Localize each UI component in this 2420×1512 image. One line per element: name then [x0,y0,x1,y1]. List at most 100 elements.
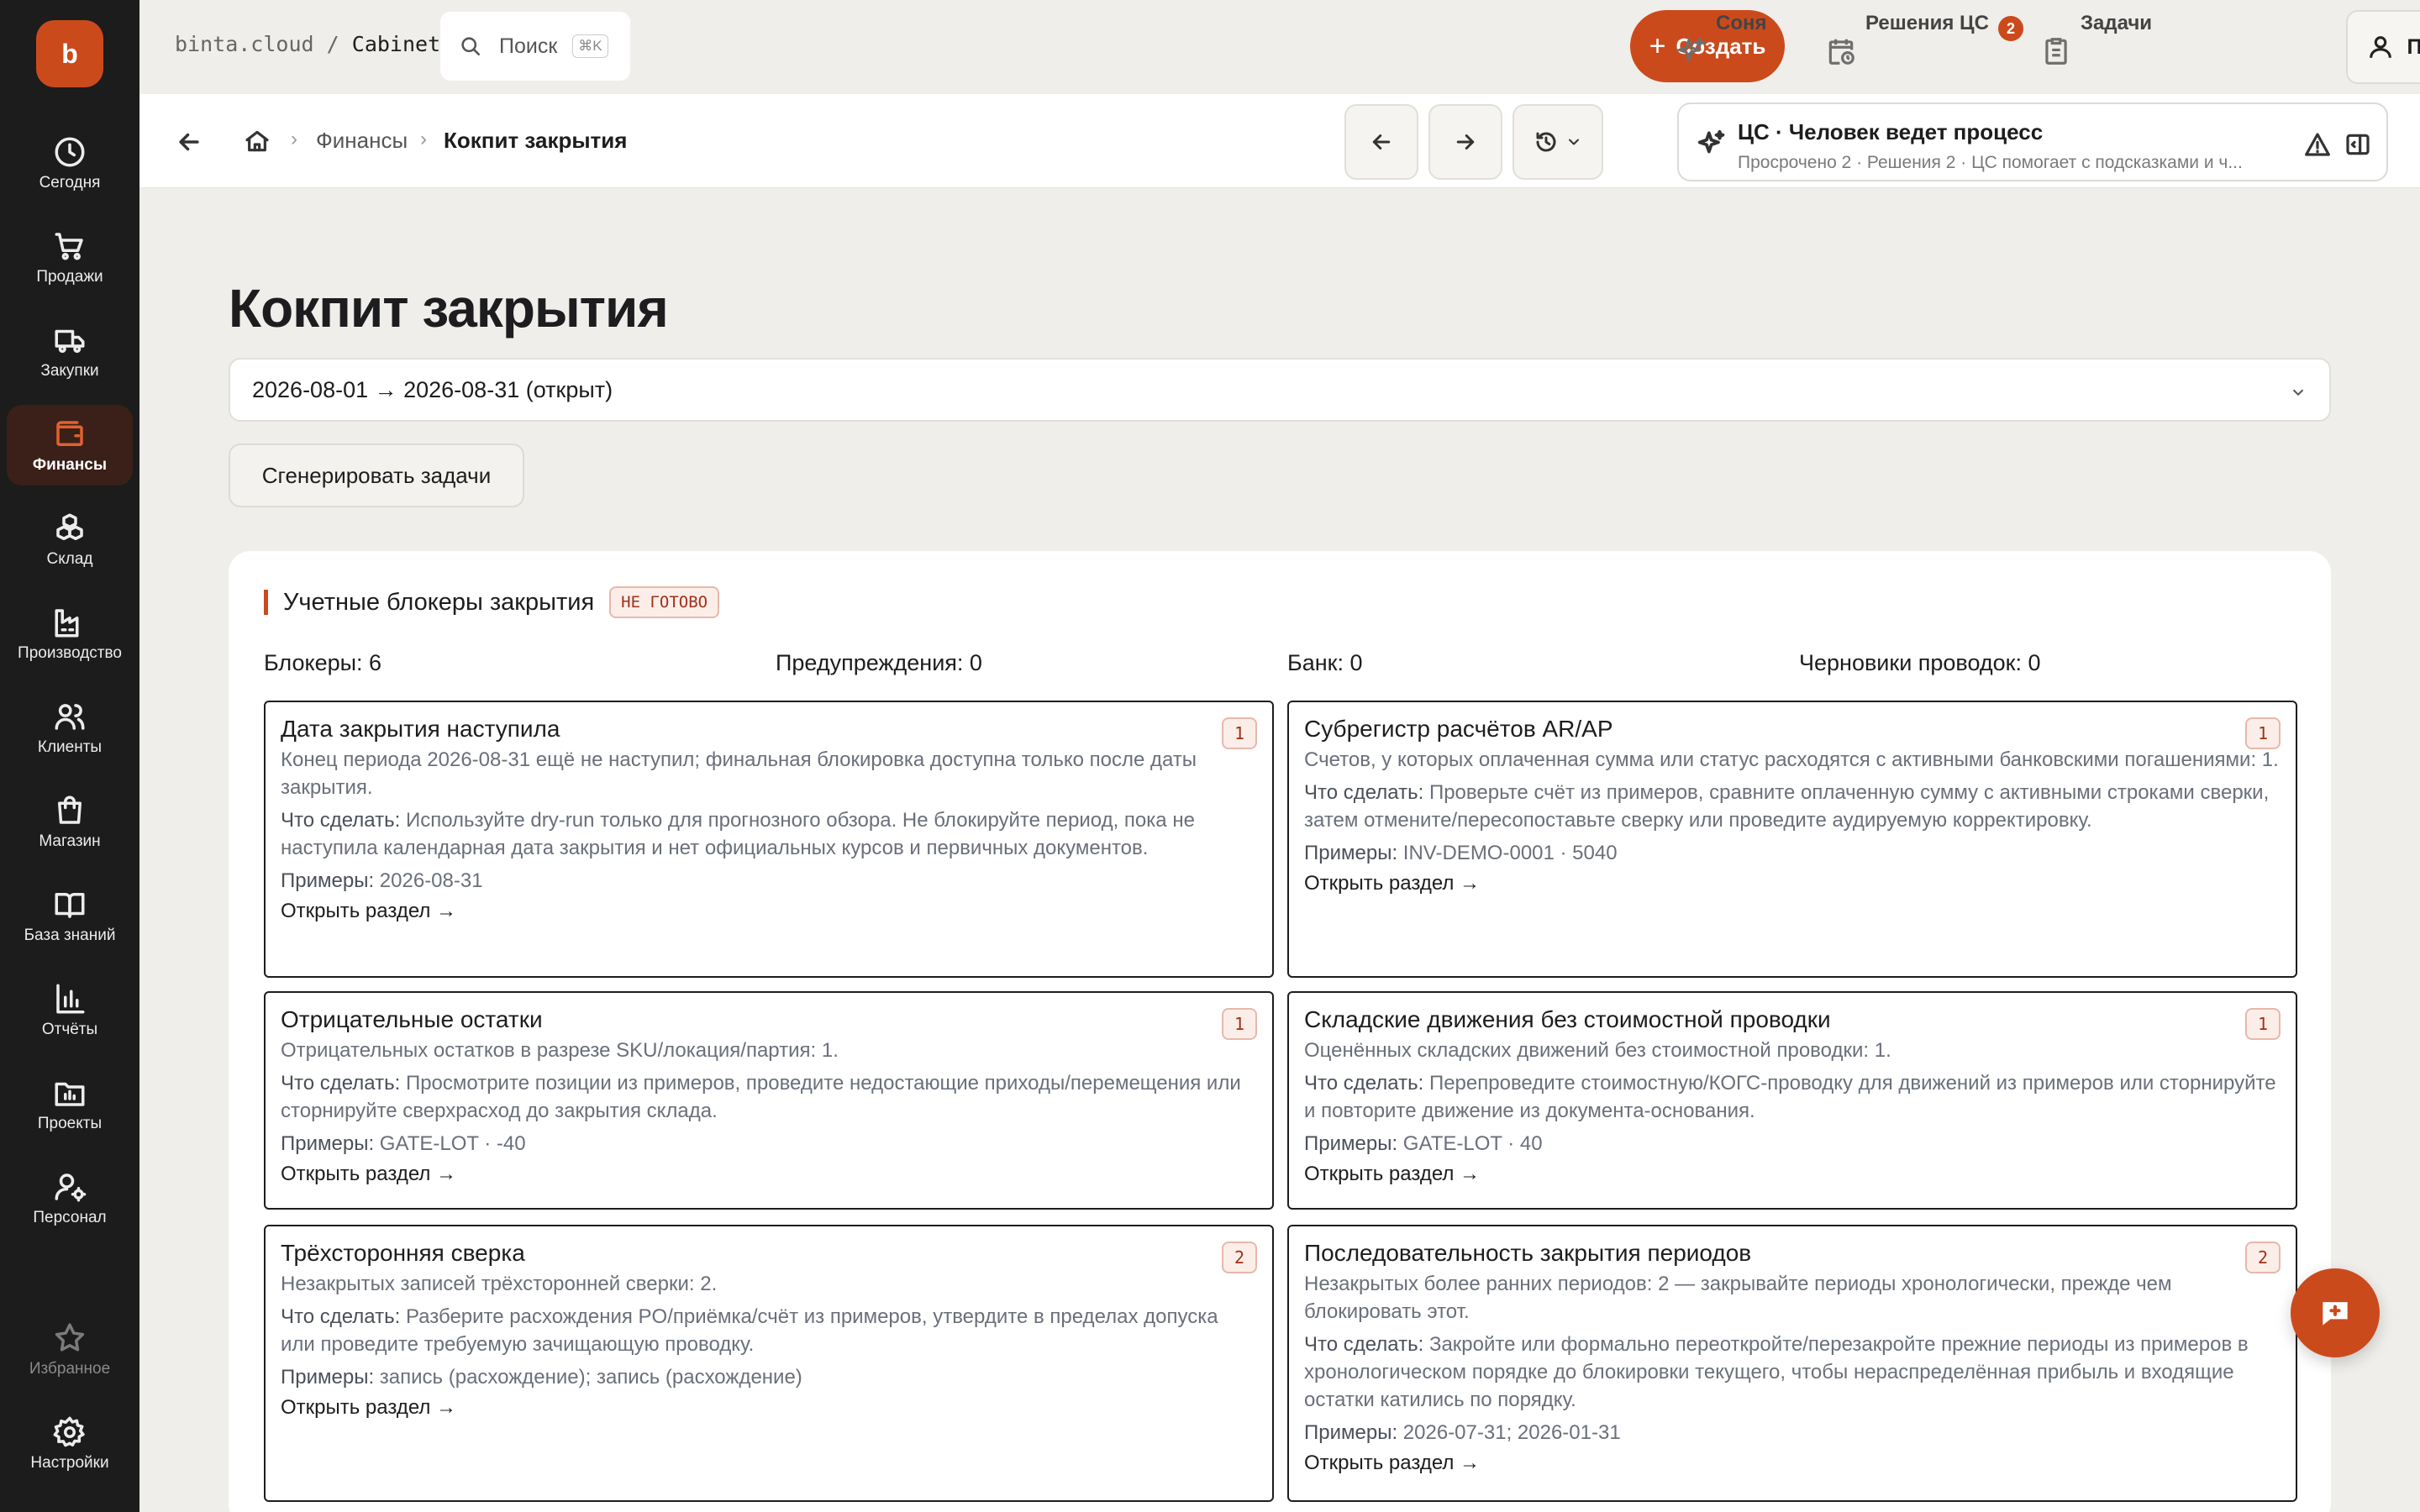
sidebar-item-label: Производство [18,644,122,662]
sidebar-toggle-icon[interactable] [2344,131,2371,158]
breadcrumb-current: Кокпит закрытия [444,128,628,153]
period-select-value: 2026-08-01 → 2026-08-31 (открыт) [252,376,613,402]
blocker-todo: Что сделать: Проверьте счёт из примеров,… [1304,779,2281,834]
blocker-title: Субрегистр расчётов AR/AP [1304,716,1613,742]
decisions-button[interactable]: Решения ЦС [1825,8,2020,84]
cs-status-panel[interactable]: ЦС · Человек ведет процесс Просрочено 2 … [1677,102,2388,181]
sidebar: b Сегодня Продажи Закупки Финансы Склад … [0,0,139,1512]
open-section-link[interactable]: Открыть раздел → [1304,1452,2281,1475]
back-arrow-icon[interactable] [175,128,203,156]
open-section-link[interactable]: Открыть раздел → [1304,872,2281,895]
section-header: Учетные блокеры закрытия НЕ ГОТОВО [264,586,720,618]
sidebar-item-shop[interactable]: Магазин [7,781,133,862]
todo-text: Используйте dry-run только для прогнозно… [281,809,1195,859]
sidebar-item-clients[interactable]: Клиенты [7,687,133,768]
blocker-todo: Что сделать: Закройте или формально пере… [1304,1331,2281,1414]
sidebar-item-projects[interactable]: Проекты [7,1063,133,1144]
open-section-link[interactable]: Открыть раздел → [281,1396,1257,1420]
app-logo[interactable]: b [36,20,103,87]
truck-icon [55,329,85,354]
sidebar-item-favorites[interactable]: Избранное [7,1309,133,1389]
examples-text: 2026-07-31; 2026-01-31 [1402,1421,1621,1444]
chevron-down-icon [1569,139,1579,145]
decisions-label: Решения ЦС [1865,12,1989,34]
breadcrumb: › Финансы › Кокпит закрытия ЦС · Человек… [139,94,2420,188]
boxes-icon [56,513,83,540]
sidebar-item-reports[interactable]: Отчёты [7,969,133,1050]
bar-chart-icon [56,984,85,1014]
sidebar-item-label: Сегодня [39,174,101,192]
history-back-button[interactable] [1344,104,1418,180]
stat-bank: Банк: 0 [1287,650,1363,675]
breadcrumb-finance[interactable]: Финансы [316,128,408,154]
cart-icon [55,233,83,260]
breadcrumb-separator: › [291,128,297,150]
todo-prefix: Что сделать: [1304,1333,1424,1356]
search-placeholder: Поиск [499,34,558,58]
sidebar-item-production[interactable]: Производство [7,593,133,680]
blockers-card: Учетные блокеры закрытия НЕ ГОТОВО Блоке… [229,551,2331,1512]
sidebar-item-finance[interactable]: Финансы [7,405,133,486]
book-icon [55,893,85,918]
examples-text: 2026-08-31 [379,869,483,892]
home-icon[interactable] [244,128,271,155]
chat-fab-button[interactable] [2291,1268,2380,1357]
blocker-description: Конец периода 2026-08-31 ещё не наступил… [281,748,1197,799]
warning-icon[interactable] [2304,131,2331,158]
folder-chart-icon [55,1082,85,1106]
period-select[interactable]: 2026-08-01 → 2026-08-31 (открыт) [229,358,2331,422]
arrow-left-icon [1372,134,1391,150]
history-forward-button[interactable] [1428,104,1502,180]
blocker-item: Последовательность закрытия периодов 2 Н… [1287,1225,2297,1502]
open-section-link[interactable]: Открыть раздел → [1304,1163,2281,1186]
sidebar-item-sales[interactable]: Продажи [7,217,133,297]
sidebar-item-label: Отчёты [41,1021,98,1038]
bag-icon [58,795,82,824]
todo-text: Перепроведите стоимостную/КОГС-проводку … [1304,1072,2276,1122]
profile-label: Профиль [2407,34,2420,59]
open-section-link[interactable]: Открыть раздел → [281,1163,1257,1186]
sidebar-item-staff[interactable]: Персонал [7,1158,133,1238]
search-input[interactable]: Поиск ⌘K [440,12,630,81]
history-dropdown-button[interactable] [1512,104,1603,180]
examples-text: GATE-LOT · -40 [379,1132,526,1155]
profile-button[interactable]: Профиль [2346,10,2420,84]
sidebar-item-settings[interactable]: Настройки [7,1403,133,1483]
page-title: Кокпит закрытия [229,278,669,339]
open-section-link[interactable]: Открыть раздел → [281,900,1257,923]
blocker-count-badge: 2 [1222,1242,1257,1273]
todo-prefix: Что сделать: [1304,781,1424,804]
sonya-button[interactable]: Соня [1676,8,1767,84]
sidebar-item-today[interactable]: Сегодня [7,123,133,203]
path-host[interactable]: binta.cloud [175,32,314,56]
generate-tasks-button[interactable]: Сгенерировать задачи [229,444,524,507]
sidebar-item-label: Настройки [30,1454,109,1472]
blocker-item: Отрицательные остатки 1 Отрицательных ос… [264,991,1274,1210]
tasks-button[interactable]: Задачи [2040,8,2152,84]
sidebar-item-label: Избранное [29,1360,111,1378]
todo-prefix: Что сделать: [281,809,401,832]
sidebar-item-label: Продажи [36,268,103,286]
user-gear-icon [55,1173,87,1202]
sparkles-icon [1697,129,1725,154]
factory-icon [55,609,79,638]
search-icon [461,37,481,56]
blocker-todo: Что сделать: Перепроведите стоимостную/К… [1304,1069,2281,1125]
path-section[interactable]: Cabinet [352,32,440,56]
sidebar-item-warehouse[interactable]: Склад [7,499,133,580]
wallet-icon [56,421,83,446]
sonya-label: Соня [1716,12,1767,34]
blocker-count-badge: 1 [2245,717,2281,749]
blocker-count-badge: 2 [2245,1242,2281,1273]
blocker-examples: Примеры: запись (расхождение); запись (р… [281,1363,1257,1391]
section-title: Учетные блокеры закрытия [283,588,595,616]
examples-prefix: Примеры: [281,869,375,892]
sidebar-item-purchases[interactable]: Закупки [7,311,133,391]
blocker-todo: Что сделать: Используйте dry-run только … [281,806,1257,862]
stat-warnings: Предупреждения: 0 [776,650,982,675]
sidebar-item-knowledge[interactable]: База знаний [7,875,133,956]
blocker-item: Дата закрытия наступила 1 Конец периода … [264,701,1274,978]
stat-drafts: Черновики проводок: 0 [1799,650,2041,675]
blocker-description: Незакрытых записей трёхсторонней сверки:… [281,1273,718,1295]
gear-icon [53,1416,85,1447]
